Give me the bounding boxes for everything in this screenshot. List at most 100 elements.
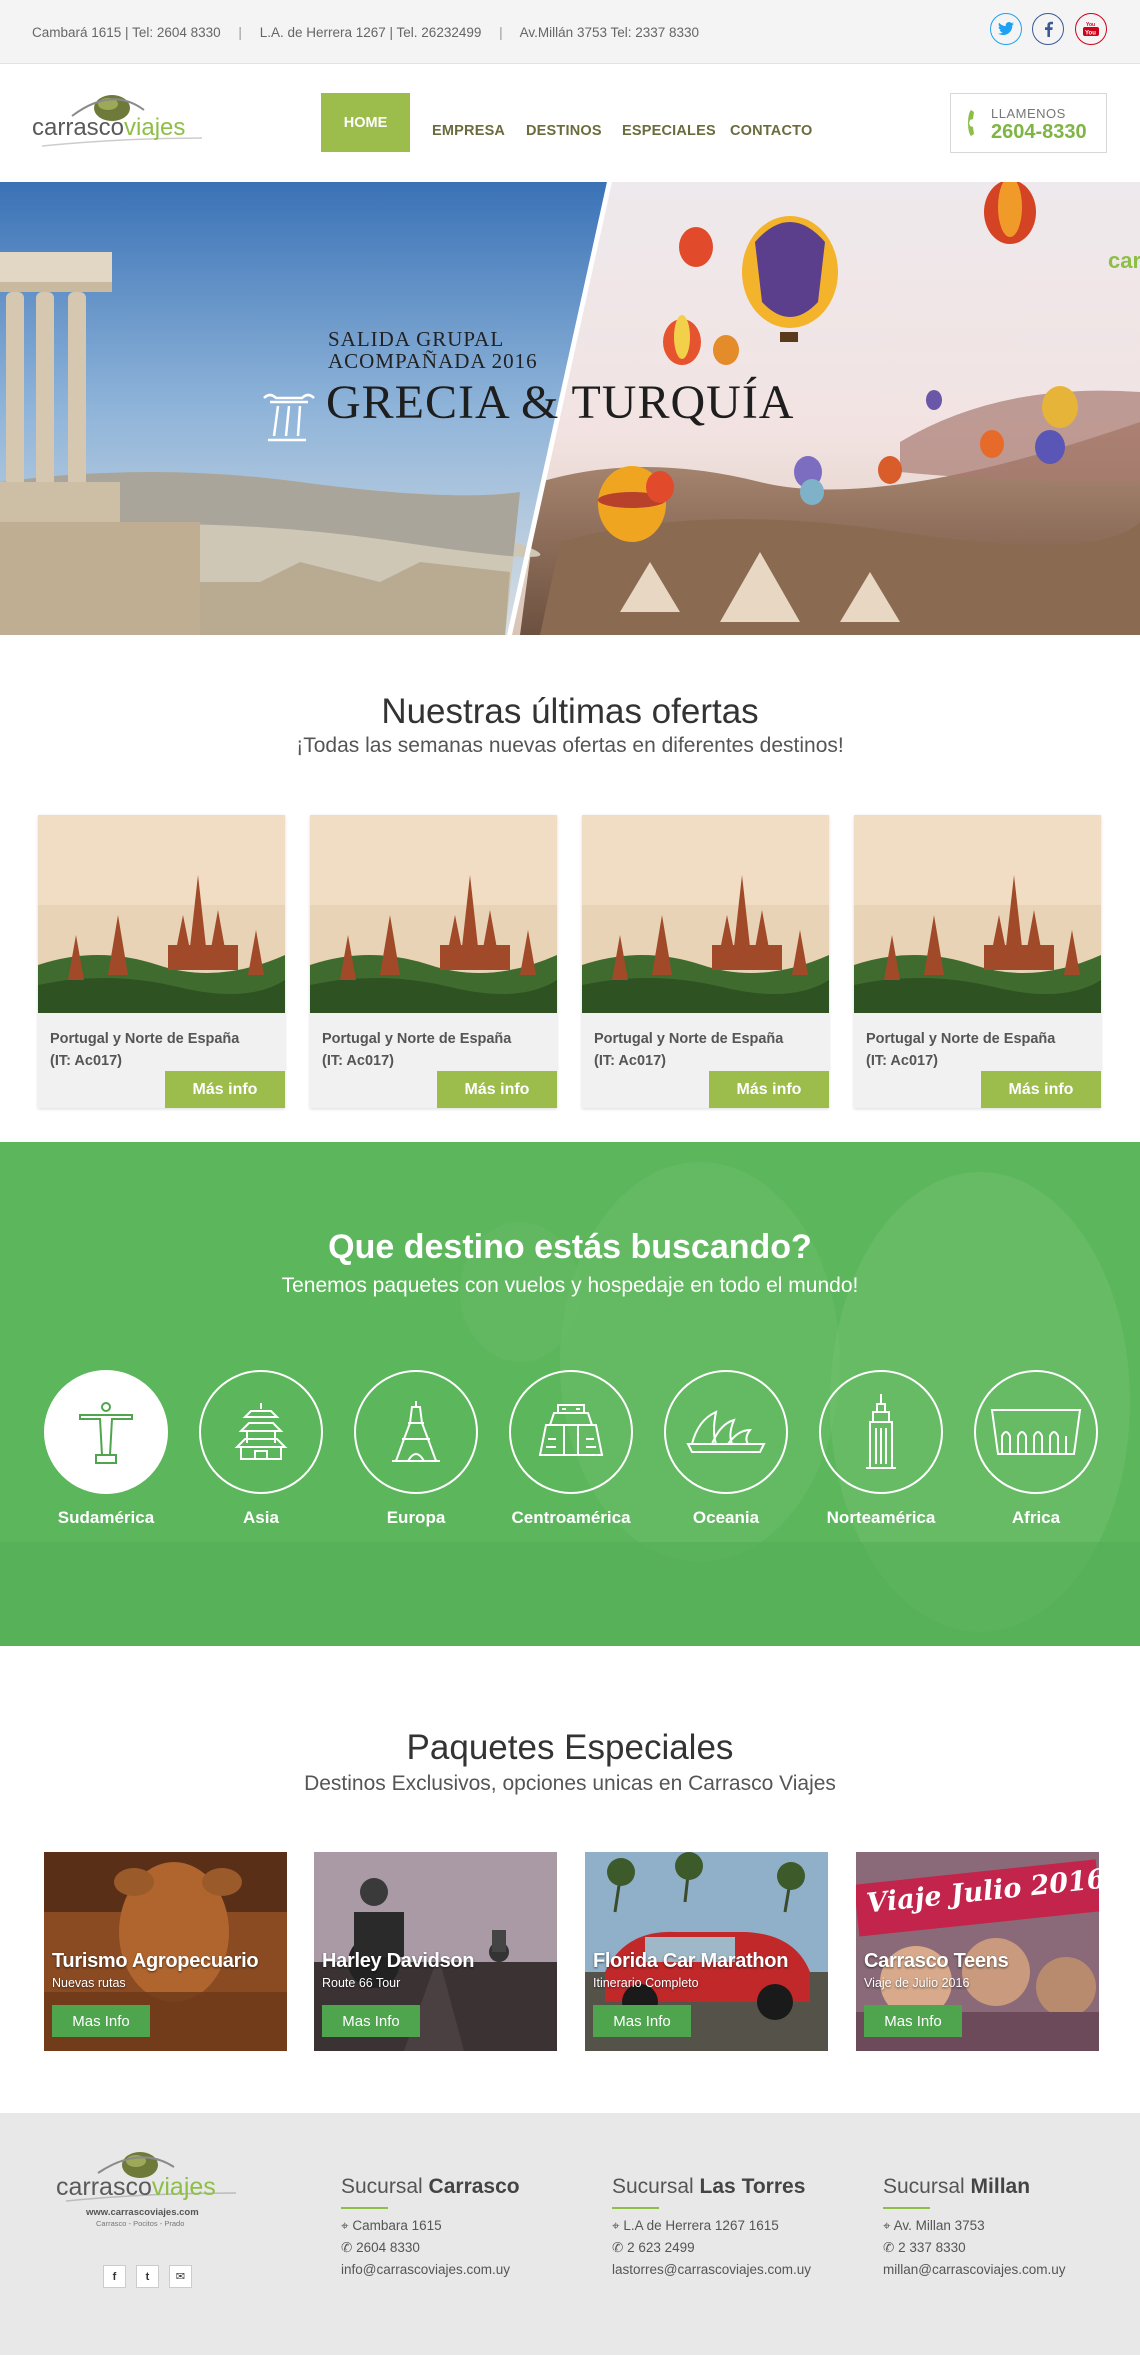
phone-icon: ✆ xyxy=(341,2240,353,2255)
branch-phone: 2 623 2499 xyxy=(627,2240,695,2255)
destinations-subtitle: Tenemos paquetes con vuelos y hospedaje … xyxy=(281,1274,859,1297)
offer-image[interactable] xyxy=(310,815,557,1013)
offers-title: Nuestras últimas ofertas xyxy=(381,692,759,731)
svg-text:You: You xyxy=(1086,22,1095,28)
specials-subtitle: Destinos Exclusivos, opciones unicas en … xyxy=(304,1772,836,1795)
destination-centroamerica[interactable]: Centroamérica xyxy=(509,1370,633,1528)
branch-name: Las Torres xyxy=(699,2175,806,2198)
contact-cambara: Cambará 1615 | Tel: 2604 8330 xyxy=(32,25,221,40)
branch-email[interactable]: lastorres@carrascoviajes.com.uy xyxy=(612,2262,811,2277)
offer-image[interactable] xyxy=(38,815,285,1013)
branch-carrasco: Sucursal Carrasco ⌖ Cambara 1615 ✆ 2604 … xyxy=(341,2175,520,2281)
branch-name: Carrasco xyxy=(428,2175,520,2198)
main-header: carrascoviajes HOME EMPRESA DESTINOS ESP… xyxy=(0,64,1140,182)
branch-address: Av. Millan 3753 xyxy=(893,2218,985,2233)
offer-more-info-button[interactable]: Más info xyxy=(709,1071,829,1108)
phone-icon: ✆ xyxy=(612,2240,624,2255)
special-subtitle: Route 66 Tour xyxy=(322,1976,401,1990)
footer-facebook-icon[interactable]: f xyxy=(103,2265,126,2288)
footer-logo[interactable]: carrascoviajes www.carrascoviajes.com Ca… xyxy=(56,2145,246,2235)
footer-email-icon[interactable]: ✉ xyxy=(169,2265,192,2288)
branch-address: Cambara 1615 xyxy=(352,2218,442,2233)
nav-especiales[interactable]: ESPECIALES xyxy=(622,123,716,139)
offer-more-info-button[interactable]: Más info xyxy=(165,1071,285,1108)
hero-banner[interactable]: SALIDA GRUPAL ACOMPAÑADA 2016 GRECIA & T… xyxy=(0,182,1140,635)
special-subtitle: Itinerario Completo xyxy=(593,1976,699,1990)
contact-millan: Av.Millán 3753 Tel: 2337 8330 xyxy=(519,25,700,40)
offer-image[interactable] xyxy=(582,815,829,1013)
facebook-icon[interactable] xyxy=(1032,13,1064,45)
offer-more-info-button[interactable]: Más info xyxy=(981,1071,1101,1108)
top-bar: Cambará 1615 | Tel: 2604 8330 | L.A. de … xyxy=(0,0,1140,64)
offer-image[interactable] xyxy=(854,815,1101,1013)
nav-empresa[interactable]: EMPRESA xyxy=(432,123,505,139)
christ-redeemer-icon xyxy=(79,1402,133,1464)
offer-title: Portugal y Norte de España xyxy=(594,1031,784,1047)
special-more-info-button[interactable]: Mas Info xyxy=(52,2005,150,2037)
special-card-teens[interactable]: Viaje Julio 2016 Carrasco Teens Viaje de… xyxy=(856,1852,1099,2051)
footer: carrascoviajes www.carrascoviajes.com Ca… xyxy=(0,2113,1140,2355)
branch-phone: 2604 8330 xyxy=(356,2240,420,2255)
branch-word: Sucursal xyxy=(341,2175,423,2198)
call-box[interactable]: LLAMENOS 2604-8330 xyxy=(950,93,1107,153)
special-more-info-button[interactable]: Mas Info xyxy=(593,2005,691,2037)
destination-europa[interactable]: Europa xyxy=(354,1370,478,1528)
empire-state-icon xyxy=(866,1394,896,1469)
separator: | xyxy=(238,25,242,40)
destination-label: Centroamérica xyxy=(511,1508,631,1527)
top-contacts: Cambará 1615 | Tel: 2604 8330 | L.A. de … xyxy=(32,25,699,40)
special-more-info-button[interactable]: Mas Info xyxy=(864,2005,962,2037)
map-marker-icon: ⌖ xyxy=(883,2218,891,2233)
branch-word: Sucursal xyxy=(612,2175,694,2198)
nav-home[interactable]: HOME xyxy=(321,93,410,152)
contact-herrera: L.A. de Herrera 1267 | Tel. 26232499 xyxy=(259,25,482,40)
offer-card: Portugal y Norte de España (IT: Ac017) Más… xyxy=(582,815,829,1108)
special-card-harley[interactable]: Harley Davidson Route 66 Tour Mas Info xyxy=(314,1852,557,2051)
offer-more-info-button[interactable]: Más info xyxy=(437,1071,557,1108)
destination-norteamerica[interactable]: Norteamérica xyxy=(819,1370,943,1528)
special-card-florida[interactable]: Florida Car Marathon Itinerario Completo… xyxy=(585,1852,828,2051)
footer-twitter-icon[interactable]: t xyxy=(136,2265,159,2288)
special-title: Florida Car Marathon xyxy=(593,1950,789,1972)
offer-title: Portugal y Norte de España xyxy=(866,1031,1056,1047)
destination-oceania[interactable]: Oceania xyxy=(664,1370,788,1528)
nav-destinos[interactable]: DESTINOS xyxy=(526,123,602,139)
hero-subtitle: SALIDA GRUPAL ACOMPAÑADA 2016 xyxy=(328,328,538,372)
logo[interactable]: carrascoviajes xyxy=(32,86,212,156)
opera-house-icon xyxy=(686,1410,766,1453)
logo-word-carrasco: carrasco xyxy=(32,114,125,141)
footer-logo-word-viajes: viajes xyxy=(151,2173,216,2201)
hero-title: GRECIA & TURQUÍA xyxy=(326,376,795,429)
branch-email[interactable]: millan@carrascoviajes.com.uy xyxy=(883,2262,1066,2277)
logo-word-viajes: viajes xyxy=(124,114,186,141)
youtube-icon[interactable]: You You xyxy=(1075,13,1107,45)
offer-code: (IT: Ac017) xyxy=(594,1053,666,1069)
offers-subtitle: ¡Todas las semanas nuevas ofertas en dif… xyxy=(296,734,844,757)
nav-contacto[interactable]: CONTACTO xyxy=(730,123,812,139)
destination-label: Oceania xyxy=(692,1508,760,1527)
destination-africa[interactable]: Africa xyxy=(974,1370,1098,1528)
call-number: 2604-8330 xyxy=(991,121,1087,143)
destination-label: Norteamérica xyxy=(826,1508,936,1527)
special-card-agro[interactable]: Turismo Agropecuario Nuevas rutas Mas In… xyxy=(44,1852,287,2051)
phone-icon: ✆ xyxy=(883,2240,895,2255)
footer-logo-word-carrasco: carrasco xyxy=(56,2173,152,2201)
special-title: Harley Davidson xyxy=(322,1950,475,1972)
offer-title: Portugal y Norte de España xyxy=(322,1031,512,1047)
branch-email[interactable]: info@carrascoviajes.com.uy xyxy=(341,2262,510,2277)
destination-label: Europa xyxy=(386,1508,446,1527)
offer-card: Portugal y Norte de España (IT: Ac017) Más… xyxy=(310,815,557,1108)
temple-of-heaven-icon xyxy=(234,1403,288,1460)
hero-subtitle-line-1: SALIDA GRUPAL xyxy=(328,327,505,351)
museum-icon xyxy=(990,1409,1082,1455)
branch-word: Sucursal xyxy=(883,2175,965,2198)
eiffel-tower-icon xyxy=(392,1401,440,1462)
special-title: Turismo Agropecuario xyxy=(52,1950,259,1972)
destinations-section: Que destino estás buscando? Tenemos paqu… xyxy=(0,1142,1140,1646)
twitter-icon[interactable] xyxy=(990,13,1022,45)
destination-sudamerica[interactable]: Sudamérica xyxy=(44,1370,168,1528)
destination-asia[interactable]: Asia xyxy=(199,1370,323,1528)
special-more-info-button[interactable]: Mas Info xyxy=(322,2005,420,2037)
svg-text:You: You xyxy=(1085,31,1096,37)
call-label: LLAMENOS xyxy=(991,106,1066,121)
